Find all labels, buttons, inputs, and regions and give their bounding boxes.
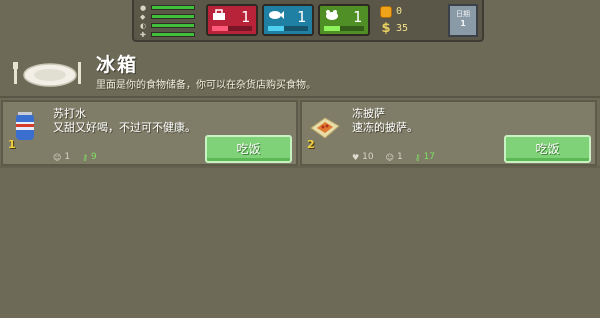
stat-row-food: ● xyxy=(140,3,195,12)
fish-icon xyxy=(268,9,284,24)
item-quantity: 2 xyxy=(307,138,315,151)
stat-value: 1 xyxy=(396,152,403,162)
item-stat-energy: ⚷ 17 xyxy=(415,152,435,162)
resource-rat[interactable]: 1 xyxy=(318,4,370,36)
currency-panel: 0 $ 35 xyxy=(380,3,408,37)
resource-fish-value: 1 xyxy=(296,8,306,26)
stat-value: 17 xyxy=(423,152,436,162)
stat-value: 10 xyxy=(362,152,374,162)
key-icon: ⚷ xyxy=(82,152,88,162)
eat-button[interactable]: 吃饭 xyxy=(205,135,292,163)
money-count: 35 xyxy=(396,23,409,34)
resource-bag[interactable]: 1 xyxy=(206,4,258,36)
rat-icon xyxy=(324,9,340,24)
stat-row-sleep: ◐ xyxy=(140,21,195,30)
sleep-stat-bar xyxy=(151,23,195,28)
item-stat-mood: ☺ 1 xyxy=(53,152,70,162)
stat-row-mood: ◆ xyxy=(140,12,195,21)
mood-icon: ☺ xyxy=(53,152,62,162)
bag-icon xyxy=(212,9,226,24)
sleep-stat-icon: ◐ xyxy=(140,21,147,30)
resource-rat-value: 1 xyxy=(352,8,362,26)
calendar-button[interactable]: 日期 1 xyxy=(448,4,478,37)
key-icon: ⚷ xyxy=(414,152,421,162)
item-quantity: 1 xyxy=(8,138,16,151)
food-stat-bar xyxy=(151,5,195,10)
food-card-pizza: 2 冻披萨 速冻的披萨。 ♥ 10 ☺ 1 ⚷ 17 吃饭 xyxy=(300,100,597,166)
mood-stat-bar xyxy=(151,14,195,19)
resource-fish-bar xyxy=(268,26,308,31)
item-stat-energy: ⚷ 9 xyxy=(82,152,97,162)
resource-bag-bar xyxy=(212,26,252,31)
health-stat-bar xyxy=(151,32,195,37)
stat-value: 1 xyxy=(64,152,71,162)
item-description: 又甜又好喝，不过可不健康。 xyxy=(53,121,196,134)
heart-icon: ♥ xyxy=(352,152,360,162)
plate-icon xyxy=(13,62,81,87)
coin-icon xyxy=(380,5,392,18)
resource-fish[interactable]: 1 xyxy=(262,4,314,36)
stat-value: 9 xyxy=(90,152,97,162)
food-stat-icon: ● xyxy=(140,3,147,12)
coin-count: 0 xyxy=(396,6,403,17)
stat-row-health: ✚ xyxy=(140,30,195,39)
eat-button[interactable]: 吃饭 xyxy=(504,135,591,163)
resource-rat-bar xyxy=(324,26,364,31)
mood-stat-icon: ◆ xyxy=(140,12,146,21)
food-card-soda: 1 苏打水 又甜又好喝，不过可不健康。 ☺ 1 ⚷ 9 吃饭 xyxy=(1,100,298,166)
page-title: 冰箱 xyxy=(96,54,139,76)
coin-row: 0 xyxy=(380,3,408,20)
dollar-icon: $ xyxy=(381,21,391,36)
status-bars: ● ◆ ◐ ✚ xyxy=(140,3,195,39)
health-stat-icon: ✚ xyxy=(140,30,146,39)
item-stat-mood: ☺ 1 xyxy=(386,152,403,162)
item-stat-health: ♥ 10 xyxy=(352,152,374,162)
empty-list-area xyxy=(0,168,600,318)
item-stats: ♥ 10 ☺ 1 ⚷ 17 xyxy=(352,152,447,162)
page-subtitle: 里面是你的食物储备，你可以在杂货店购买食物。 xyxy=(96,80,316,91)
header-divider xyxy=(0,96,600,98)
top-hud: ● ◆ ◐ ✚ 1 1 1 0 $ 35 日期 1 xyxy=(132,0,484,42)
money-row: $ 35 xyxy=(380,20,408,37)
item-description: 速冻的披萨。 xyxy=(352,121,418,134)
calendar-label: 日期 xyxy=(456,10,470,18)
item-stats: ☺ 1 ⚷ 9 xyxy=(53,152,109,162)
calendar-day: 1 xyxy=(460,19,466,28)
resource-bag-value: 1 xyxy=(240,8,250,26)
mood-icon: ☺ xyxy=(385,152,394,162)
